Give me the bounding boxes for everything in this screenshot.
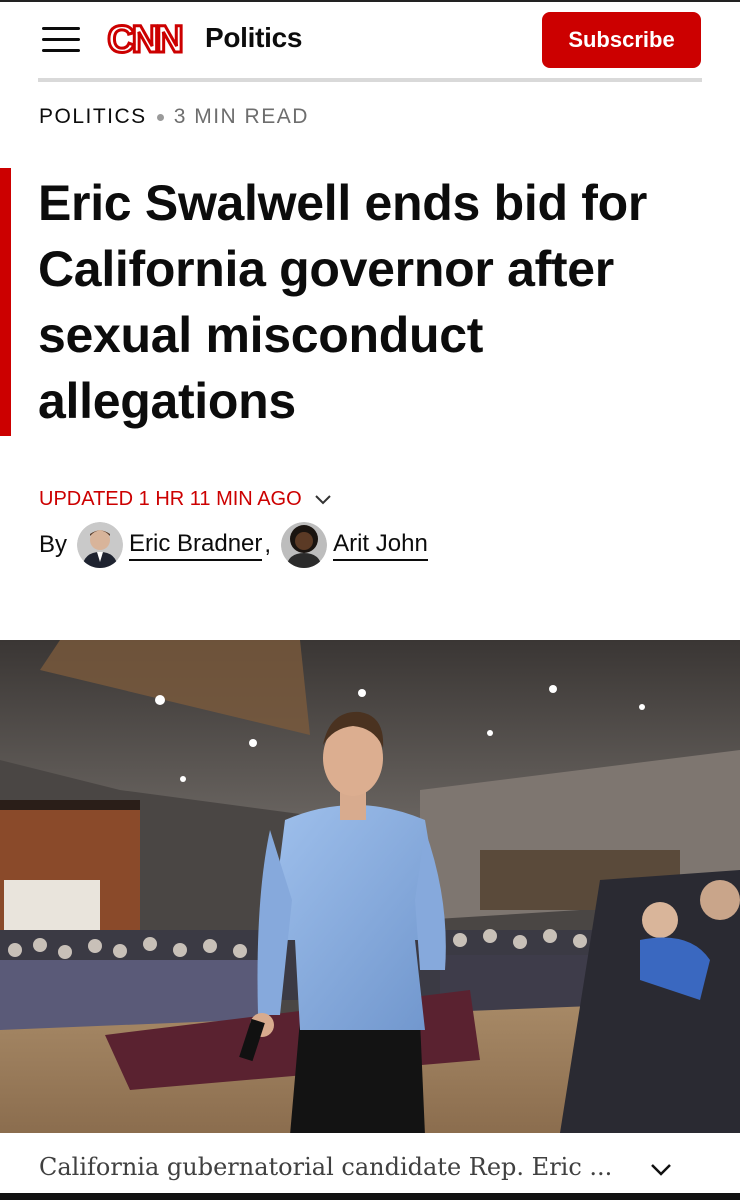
- article-headline: Eric Swalwell ends bid for California go…: [38, 175, 648, 429]
- article-kicker: POLITICS 3 MIN READ: [39, 105, 309, 129]
- read-time: 3 MIN READ: [173, 105, 309, 128]
- top-edge-line: [0, 0, 740, 2]
- author-separator: ,: [264, 531, 272, 558]
- top-navigation-bar: CNN Politics Subscribe: [0, 0, 740, 82]
- updated-text: UPDATED 1 HR 11 MIN AGO: [39, 488, 302, 510]
- separator-dot: [156, 113, 164, 121]
- headline-accent-bar: [0, 168, 11, 436]
- chevron-down-icon[interactable]: [314, 491, 332, 509]
- hero-photo[interactable]: [0, 640, 740, 1133]
- byline: By Eric Bradner , Arit John: [39, 521, 428, 569]
- subscribe-button[interactable]: Subscribe: [542, 12, 701, 68]
- author-avatar[interactable]: [77, 522, 124, 568]
- author-avatar[interactable]: [281, 522, 328, 568]
- chevron-down-icon[interactable]: [649, 1159, 673, 1181]
- by-label: By: [39, 531, 68, 558]
- section-title[interactable]: Politics: [205, 22, 302, 54]
- author-link[interactable]: Eric Bradner: [129, 530, 263, 561]
- header-divider: [38, 78, 702, 82]
- svg-text:CNN: CNN: [107, 19, 181, 61]
- cnn-logo[interactable]: CNN: [100, 17, 188, 61]
- photo-caption-bar: California gubernatorial candidate Rep. …: [0, 1133, 740, 1200]
- bottom-edge: [0, 1193, 740, 1200]
- photo-caption: California gubernatorial candidate Rep. …: [39, 1153, 613, 1181]
- menu-icon[interactable]: [42, 26, 80, 54]
- category-label[interactable]: POLITICS: [39, 105, 147, 129]
- updated-timestamp[interactable]: UPDATED 1 HR 11 MIN AGO: [39, 488, 332, 511]
- author-link[interactable]: Arit John: [333, 530, 428, 561]
